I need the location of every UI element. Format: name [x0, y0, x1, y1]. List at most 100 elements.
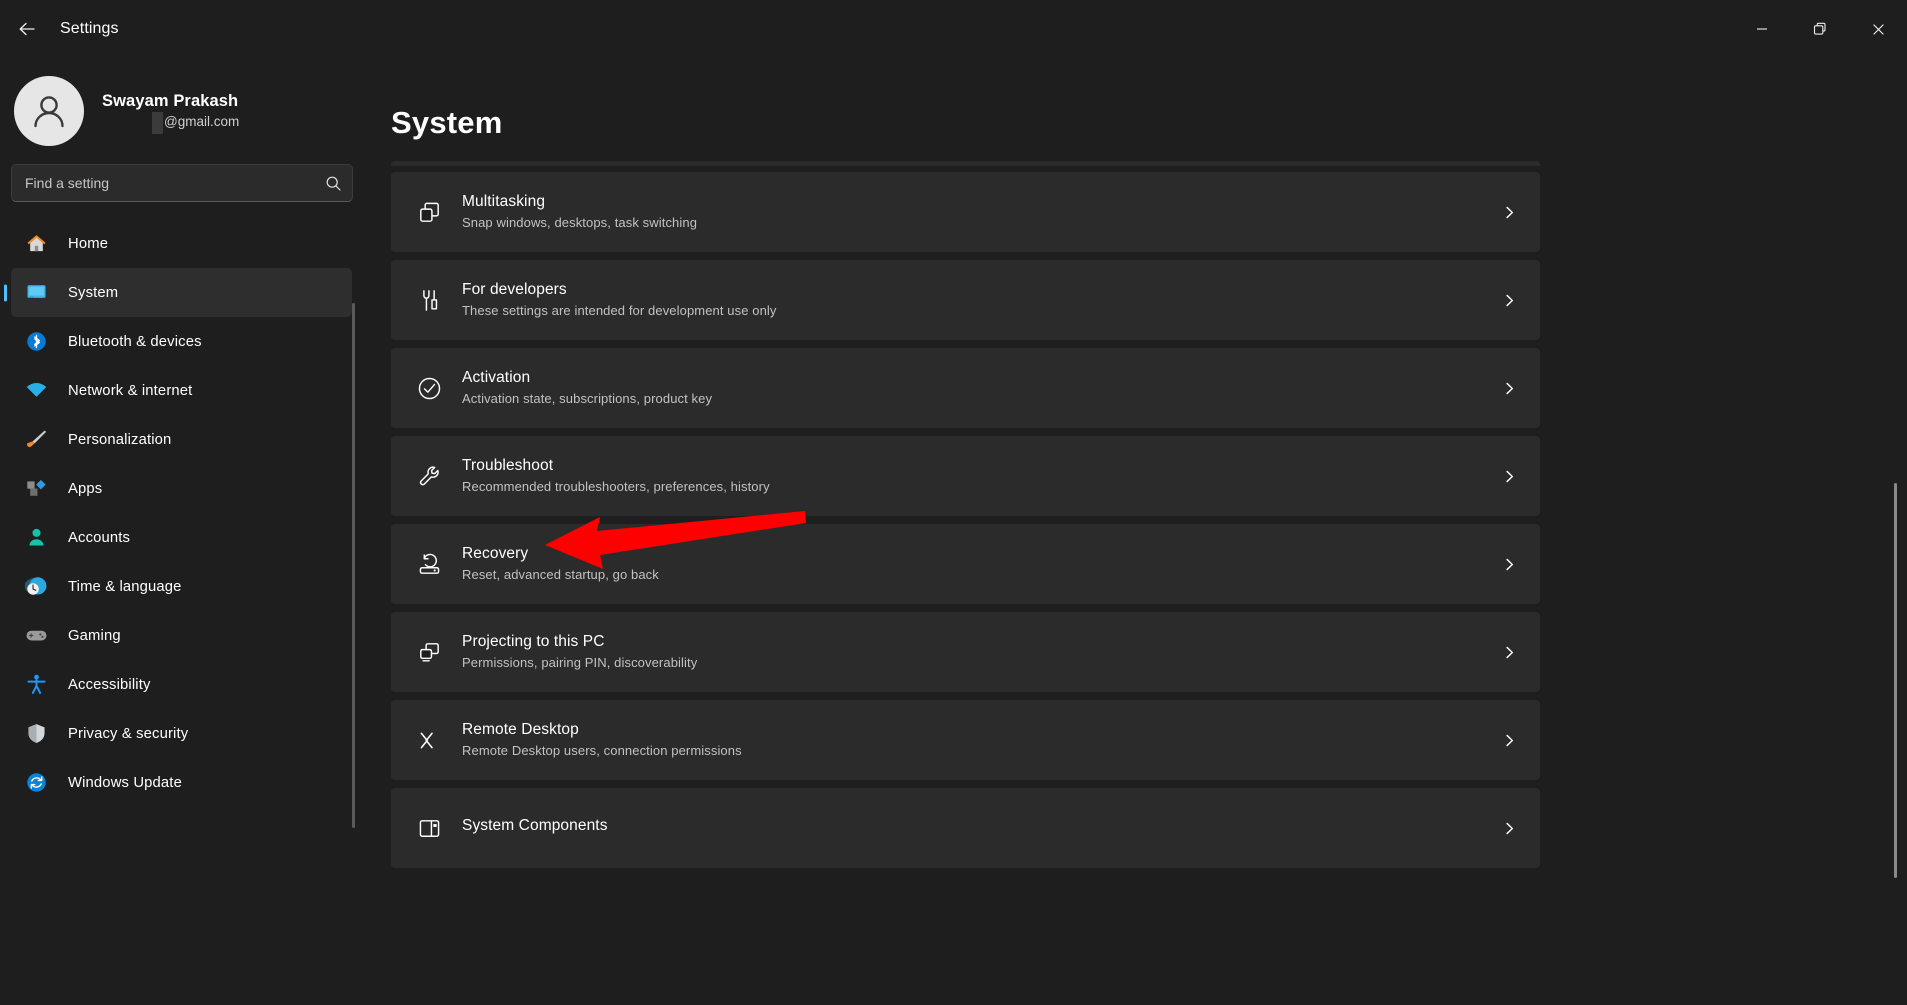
sidebar-item-label: Accounts	[68, 529, 131, 546]
sidebar-item-home[interactable]: Home	[11, 219, 352, 268]
sidebar-nav: Home System Bluetooth & devices Network …	[0, 219, 363, 807]
wifi-icon	[23, 378, 49, 404]
card-text: Troubleshoot Recommended troubleshooters…	[462, 456, 1500, 496]
sidebar-item-label: Accessibility	[68, 676, 151, 693]
main-scrollbar[interactable]	[1894, 483, 1897, 878]
sidebar-item-bluetooth-devices[interactable]: Bluetooth & devices	[11, 317, 352, 366]
card-title: Remote Desktop	[462, 720, 579, 738]
back-button[interactable]	[6, 10, 48, 48]
sidebar-item-personalization[interactable]: Personalization	[11, 415, 352, 464]
main-content: System Multitasking Snap windows, deskto…	[363, 58, 1907, 1005]
recovery-drive-icon	[414, 549, 444, 579]
settings-card-projecting-to-this-pc[interactable]: Projecting to this PC Permissions, pairi…	[391, 612, 1540, 692]
sidebar-item-label: Bluetooth & devices	[68, 333, 202, 350]
account-email: @gmail.com	[102, 112, 239, 135]
card-subtitle: Activation state, subscriptions, product…	[462, 391, 713, 407]
sidebar-item-gaming[interactable]: Gaming	[11, 611, 352, 660]
minimize-icon	[1757, 28, 1767, 30]
bluetooth-icon	[23, 329, 49, 355]
home-icon	[23, 231, 49, 257]
accessibility-person-icon	[23, 672, 49, 698]
sidebar-item-label: Network & internet	[68, 382, 193, 399]
account-header[interactable]: Swayam Prakash @gmail.com	[0, 58, 363, 154]
title-bar: Settings	[0, 0, 1907, 58]
projecting-screens-icon	[414, 637, 444, 667]
settings-card-recovery[interactable]: Recovery Reset, advanced startup, go bac…	[391, 524, 1540, 604]
avatar	[14, 76, 84, 146]
close-button[interactable]	[1849, 0, 1907, 58]
settings-card-troubleshoot[interactable]: Troubleshoot Recommended troubleshooters…	[391, 436, 1540, 516]
sidebar-item-accounts[interactable]: Accounts	[11, 513, 352, 562]
chevron-right-icon	[1500, 381, 1518, 396]
restore-icon	[1813, 22, 1826, 35]
sidebar-item-system[interactable]: System	[11, 268, 352, 317]
paintbrush-icon	[23, 427, 49, 453]
accounts-person-icon	[23, 525, 49, 551]
restore-button[interactable]	[1791, 0, 1849, 58]
minimize-button[interactable]	[1733, 0, 1791, 58]
settings-card-remote-desktop[interactable]: Remote Desktop Remote Desktop users, con…	[391, 700, 1540, 780]
check-circle-icon	[414, 373, 444, 403]
sidebar-scrollbar[interactable]	[352, 303, 355, 828]
card-title: Projecting to this PC	[462, 632, 605, 650]
card-text: For developers These settings are intend…	[462, 280, 1500, 320]
clock-globe-icon	[23, 574, 49, 600]
sidebar-item-apps[interactable]: Apps	[11, 464, 352, 513]
chevron-right-icon	[1500, 821, 1518, 836]
card-text: Remote Desktop Remote Desktop users, con…	[462, 720, 1500, 760]
card-subtitle: These settings are intended for developm…	[462, 303, 777, 319]
settings-card-multitasking[interactable]: Multitasking Snap windows, desktops, tas…	[391, 172, 1540, 252]
window-controls	[1733, 0, 1907, 58]
card-text: Recovery Reset, advanced startup, go bac…	[462, 544, 1500, 584]
sidebar-item-time-language[interactable]: Time & language	[11, 562, 352, 611]
sidebar-item-network-internet[interactable]: Network & internet	[11, 366, 352, 415]
gamepad-icon	[23, 623, 49, 649]
card-title: Multitasking	[462, 192, 546, 210]
sidebar-item-label: Privacy & security	[68, 725, 189, 742]
sidebar-item-label: Windows Update	[68, 774, 182, 791]
sidebar: Swayam Prakash @gmail.com Find a setting…	[0, 58, 363, 1005]
card-subtitle: Reset, advanced startup, go back	[462, 567, 659, 583]
chevron-right-icon	[1500, 205, 1518, 220]
settings-window: Settings Swayam Prakash @gmail.com Find …	[0, 0, 1907, 1005]
card-title: Activation	[462, 368, 531, 386]
settings-card-for-developers[interactable]: For developers These settings are intend…	[391, 260, 1540, 340]
system-monitor-icon	[23, 280, 49, 306]
settings-card-activation[interactable]: Activation Activation state, subscriptio…	[391, 348, 1540, 428]
system-components-icon	[414, 813, 444, 843]
card-title: Recovery	[462, 544, 529, 562]
sidebar-item-label: Time & language	[68, 578, 182, 595]
sidebar-item-accessibility[interactable]: Accessibility	[11, 660, 352, 709]
chevron-right-icon	[1500, 557, 1518, 572]
card-subtitle: Snap windows, desktops, task switching	[462, 215, 698, 231]
apps-icon	[23, 476, 49, 502]
account-name: Swayam Prakash	[102, 91, 239, 110]
sidebar-item-label: Home	[68, 235, 109, 252]
account-text: Swayam Prakash @gmail.com	[102, 91, 239, 135]
sidebar-item-label: Gaming	[68, 627, 121, 644]
chevron-right-icon	[1500, 293, 1518, 308]
search-input[interactable]	[25, 175, 325, 191]
search-box[interactable]	[11, 164, 353, 202]
card-title: Troubleshoot	[462, 456, 554, 474]
person-avatar-icon	[34, 96, 64, 128]
update-refresh-icon	[23, 770, 49, 796]
back-arrow-icon	[19, 22, 35, 36]
card-subtitle: Recommended troubleshooters, preferences…	[462, 479, 770, 495]
window-body: Swayam Prakash @gmail.com Find a setting…	[0, 58, 1907, 1005]
wrench-icon	[414, 461, 444, 491]
close-icon	[1872, 23, 1884, 35]
card-subtitle: Permissions, pairing PIN, discoverabilit…	[462, 655, 698, 671]
sidebar-item-windows-update[interactable]: Windows Update	[11, 758, 352, 807]
clipped-card-top	[391, 161, 1540, 166]
shield-icon	[23, 721, 49, 747]
sidebar-item-label: Apps	[68, 480, 103, 497]
search-icon[interactable]	[325, 175, 342, 192]
card-text: Activation Activation state, subscriptio…	[462, 368, 1500, 408]
sidebar-item-label: Personalization	[68, 431, 172, 448]
card-title: For developers	[462, 280, 567, 298]
tools-icon	[414, 285, 444, 315]
page-title: System	[391, 105, 503, 140]
sidebar-item-privacy-security[interactable]: Privacy & security	[11, 709, 352, 758]
settings-card-system-components[interactable]: System Components	[391, 788, 1540, 868]
